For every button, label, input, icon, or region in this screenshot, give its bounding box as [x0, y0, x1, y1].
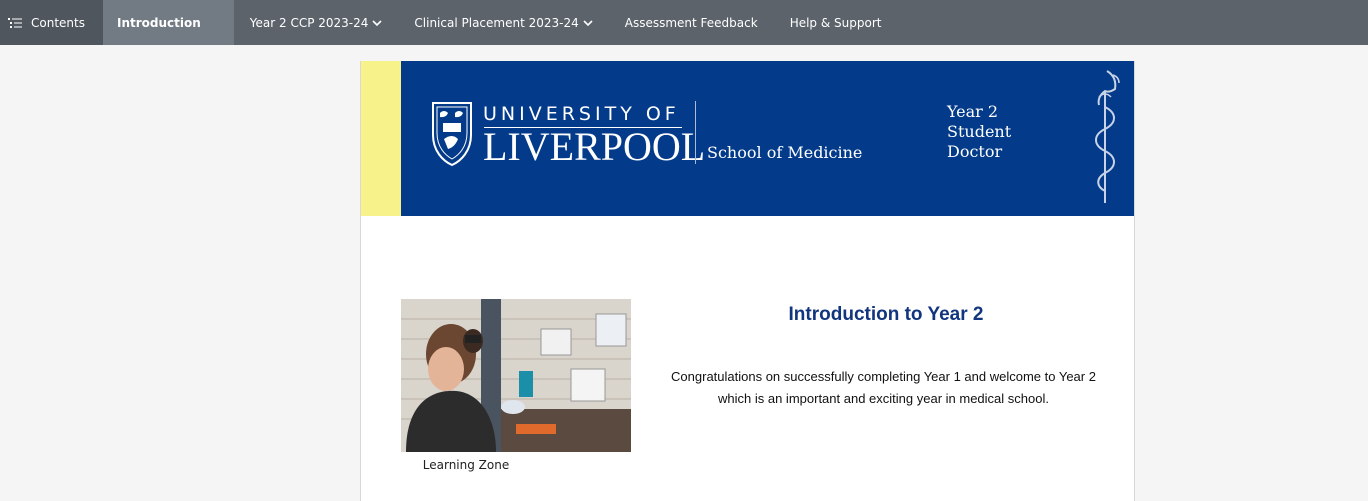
- list-tree-icon: [8, 17, 22, 28]
- tab-year2-ccp[interactable]: Year 2 CCP 2023-24: [234, 0, 399, 45]
- contents-button[interactable]: Contents: [0, 0, 103, 45]
- chevron-down-icon: [372, 19, 382, 26]
- tab-introduction-label: Introduction: [116, 15, 201, 30]
- header-banner: UNIVERSITY OF LIVERPOOL School of Medici…: [401, 61, 1134, 216]
- tab-help-support[interactable]: Help & Support: [774, 0, 898, 45]
- top-navigation: Contents Introduction Year 2 CCP 2023-24…: [0, 0, 1368, 45]
- chevron-down-icon: [583, 19, 593, 26]
- tab-help-support-label: Help & Support: [789, 15, 882, 30]
- intro-paragraph: Congratulations on successfully completi…: [671, 369, 1096, 406]
- liver-bird-caduceus-emblem: [1095, 70, 1120, 203]
- university-name-bottom: LIVERPOOL: [483, 124, 706, 169]
- tab-assessment-feedback-label: Assessment Feedback: [624, 15, 758, 30]
- year-line-3: Doctor: [947, 142, 1003, 161]
- tab-assessment-feedback[interactable]: Assessment Feedback: [609, 0, 774, 45]
- tab-year2-ccp-label: Year 2 CCP 2023-24: [249, 15, 369, 30]
- page-title: Introduction to Year 2: [788, 304, 984, 325]
- students-in-lab-image: [401, 299, 631, 452]
- year-student-doctor: Year 2 Student Doctor: [947, 102, 1011, 162]
- year-line-1: Year 2: [947, 102, 999, 121]
- content-page: UNIVERSITY OF LIVERPOOL School of Medici…: [360, 61, 1135, 501]
- university-crest-logo: [432, 102, 472, 167]
- learning-zone-photo: [401, 299, 631, 452]
- university-name-top: UNIVERSITY OF: [483, 103, 680, 125]
- banner-divider: [695, 101, 696, 164]
- accent-stripe: [361, 61, 401, 216]
- contents-label: Contents: [31, 15, 85, 30]
- tab-introduction[interactable]: Introduction: [102, 0, 234, 45]
- tab-clinical-placement[interactable]: Clinical Placement 2023-24: [398, 0, 608, 45]
- tab-clinical-placement-label: Clinical Placement 2023-24: [414, 15, 579, 30]
- year-line-2: Student: [947, 122, 1012, 141]
- school-name: School of Medicine: [707, 143, 863, 162]
- photo-caption: Learning Zone: [422, 458, 510, 472]
